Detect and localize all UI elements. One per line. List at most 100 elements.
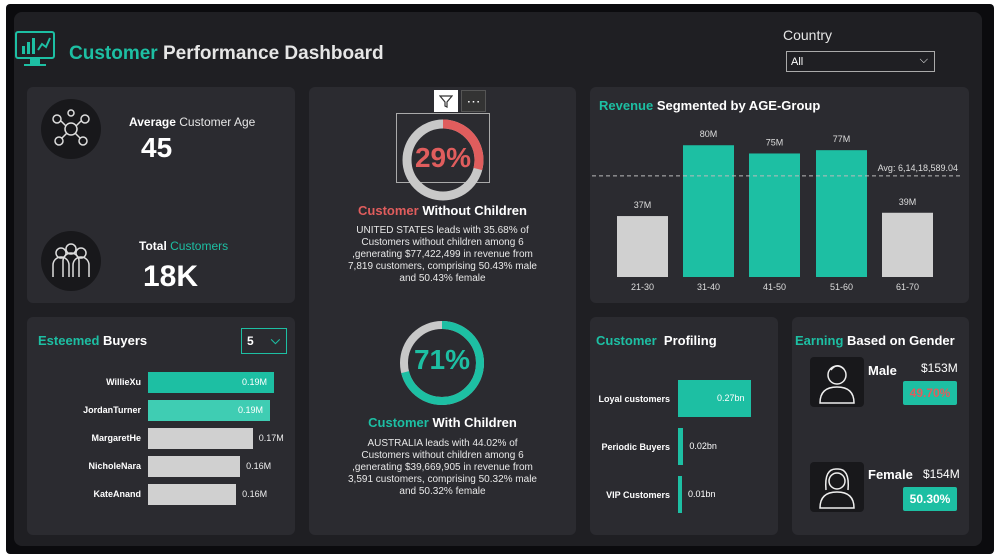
with-summary-line: and 50.32% female (399, 486, 486, 497)
esteemed-title-rest: Buyers (103, 333, 148, 348)
total-customers-label-2: Customers (170, 239, 229, 253)
female-value: $154M (923, 467, 960, 481)
revenue-category-label: 41-50 (763, 282, 786, 292)
page-title: Customer Performance Dashboard (69, 43, 384, 65)
with-children-title-rest: With Children (432, 415, 517, 430)
page-title-accent: Customer (69, 43, 158, 64)
revenue-category-label: 31-40 (697, 282, 720, 292)
without-children-title-rest: Without Children (422, 203, 527, 218)
buyer-name: WillieXu (106, 377, 141, 387)
topn-selector[interactable]: 5 ⌵ (241, 328, 287, 354)
profiling-title: Customer Profiling (596, 333, 717, 348)
buyer-value: 0.16M (246, 461, 272, 471)
dashboard-canvas: Customer Performance Dashboard Country A… (14, 12, 982, 546)
revenue-category-label: 61-70 (896, 282, 919, 292)
topn-value: 5 (247, 334, 254, 348)
buyer-bar[interactable] (148, 428, 253, 449)
buyer-name: MargaretHe (91, 433, 141, 443)
avg-age-value: 45 (141, 132, 173, 163)
gender-card: Earning Based on Gender Male $153M 49.70… (792, 317, 969, 535)
revenue-bar-chart: 37M 21-30 80M 31-40 75M 41-50 77M 51-60 39M 61-70… (592, 129, 962, 292)
with-summary-line: Customers without children among 6 (361, 450, 524, 461)
without-children-title-accent: Customer (358, 203, 419, 218)
esteemed-buyers-title: Esteemed Buyers (38, 333, 147, 348)
revenue-bar-label: 75M (766, 137, 784, 147)
without-summary-line: ,generating $77,422,499 in revenue from (352, 249, 533, 260)
without-summary-line: Customers without children among 6 (361, 237, 524, 248)
without-summary-line: and 50.43% female (399, 273, 486, 284)
buyer-name: NicholeNara (88, 461, 141, 471)
buyer-value: 0.16M (242, 489, 268, 499)
avg-age-label: Average Customer Age (129, 115, 255, 129)
chevron-down-icon: ⌵ (919, 54, 928, 66)
total-customers-value: 18K (143, 260, 199, 293)
children-card: ⋯ 29% Customer Without Children UNITED S… (309, 87, 576, 535)
with-children-title: Customer With Children (309, 415, 576, 430)
without-summary-line: 7,819 customers, comprising 50.43% male (348, 261, 537, 272)
buyer-name: KateAnand (93, 489, 141, 499)
without-children-summary: UNITED STATES leads with 35.68% of Custo… (319, 225, 566, 285)
without-children-percent: 29% (414, 142, 472, 173)
kpi-card: Average Customer Age 45 Total Customers … (27, 87, 295, 303)
total-customers-label-1: Total (139, 239, 167, 253)
profiling-value: 0.01bn (688, 489, 716, 499)
female-percent-badge: 50.30% (903, 487, 957, 511)
revenue-bar-label: 77M (833, 134, 851, 144)
buyer-value: 0.19M (242, 377, 268, 387)
without-children-title: Customer Without Children (309, 203, 576, 218)
network-users-icon (41, 99, 101, 159)
profiling-bar[interactable] (678, 428, 684, 465)
gender-title-rest: Based on Gender (847, 333, 955, 348)
revenue-bar[interactable] (683, 145, 734, 277)
revenue-bar-label: 37M (634, 200, 652, 210)
total-customers-label: Total Customers (139, 239, 228, 253)
revenue-bar[interactable] (749, 153, 800, 277)
buyer-value: 0.17M (258, 433, 284, 443)
female-avatar-icon (810, 462, 864, 512)
revenue-bar-label: 39M (899, 197, 917, 207)
profiling-value: 0.02bn (689, 441, 717, 451)
revenue-category-label: 51-60 (830, 282, 853, 292)
with-children-percent: 71% (413, 344, 471, 375)
buyer-bar[interactable] (148, 456, 241, 477)
male-label: Male (868, 363, 897, 378)
filter-icon[interactable] (434, 90, 458, 112)
page-title-rest: Performance Dashboard (162, 43, 384, 64)
revenue-bar[interactable] (816, 150, 867, 277)
with-summary-line: AUSTRALIA leads with 44.02% of (367, 438, 518, 449)
with-children-summary: AUSTRALIA leads with 44.02% of Customers… (319, 438, 566, 498)
profiling-value: 0.27bn (717, 393, 745, 403)
profiling-title-accent: Customer (596, 333, 657, 348)
country-dropdown-value: All (791, 55, 804, 68)
revenue-category-label: 21-30 (631, 282, 654, 292)
revenue-bar[interactable] (617, 216, 668, 277)
group-users-icon (41, 231, 101, 291)
revenue-bar-label: 80M (700, 129, 718, 139)
average-label: Avg: 6,14,18,589.04 (878, 163, 958, 173)
with-summary-line: 3,591 customers, comprising 50.32% male (348, 474, 537, 485)
buyer-name: JordanTurner (83, 405, 141, 415)
female-label: Female (868, 467, 913, 482)
profiling-name: Loyal customers (598, 394, 670, 404)
male-avatar-icon (810, 357, 864, 407)
avg-age-label-2: Customer Age (179, 115, 256, 129)
profiling-name: VIP Customers (606, 490, 670, 500)
avg-age-label-1: Average (129, 115, 176, 129)
male-value: $153M (921, 361, 958, 375)
revenue-chart-title: Revenue Segmented by AGE-Group (599, 98, 821, 113)
esteemed-buyers-card: Esteemed Buyers 5 ⌵ WillieXu 0.19M JordanT… (27, 317, 295, 535)
more-options-icon[interactable]: ⋯ (461, 90, 486, 112)
buyer-value: 0.19M (238, 405, 264, 415)
country-filter-label: Country (783, 27, 833, 43)
profiling-bar[interactable] (678, 476, 682, 513)
male-percent-badge: 49.70% (903, 381, 957, 405)
revenue-chart-card: Revenue Segmented by AGE-Group 37M 21-30 8… (590, 87, 969, 303)
profiling-card: Customer Profiling Loyal customers 0.27bn… (590, 317, 778, 535)
chevron-down-icon: ⌵ (270, 333, 280, 347)
buyer-bar[interactable] (148, 484, 237, 505)
country-dropdown[interactable]: All ⌵ (786, 51, 935, 72)
with-children-title-accent: Customer (368, 415, 429, 430)
dashboard-logo-icon (14, 28, 56, 70)
profiling-title-rest: Profiling (663, 333, 717, 348)
revenue-bar[interactable] (882, 212, 933, 277)
